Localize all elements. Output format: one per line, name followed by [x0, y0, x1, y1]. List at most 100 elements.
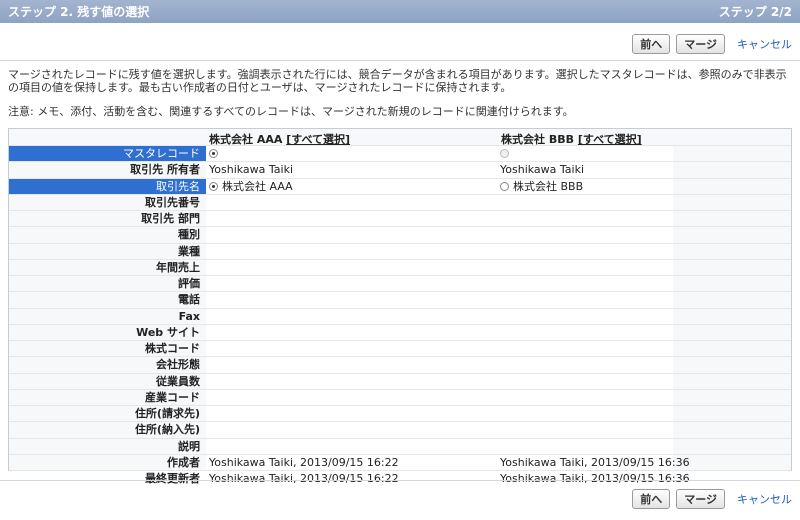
row-label: 業種: [178, 244, 200, 258]
table-header: 株式会社 AAA [すべて選択] 株式会社 BBB [すべて選択]: [9, 129, 791, 146]
value-cell: [206, 341, 497, 357]
value-cell: [497, 406, 673, 422]
value-cell[interactable]: 株式会社 AAA: [206, 178, 497, 194]
cell-text: 株式会社 BBB: [513, 179, 584, 193]
value-cell: [206, 227, 497, 243]
row-label: 取引先番号: [145, 195, 200, 209]
cell-text: 株式会社 AAA: [222, 179, 293, 193]
row-label: 株式コード: [145, 342, 200, 355]
radio-button[interactable]: [209, 181, 218, 191]
row-label: 住所(請求先): [134, 407, 200, 420]
table-row: 年間売上: [9, 258, 791, 275]
cell-text: Yoshikawa Taiki, 2013/09/15 16:22: [209, 455, 399, 469]
row-label: 電話: [178, 293, 200, 307]
value-cell: [497, 308, 673, 324]
value-cell: [497, 341, 673, 357]
table-row: 産業コード: [9, 388, 791, 405]
table-row: 業種: [9, 242, 791, 259]
row-label: 最終更新者: [145, 472, 200, 485]
value-cell: Yoshikawa Taiki, 2013/09/15 16:36: [497, 454, 690, 470]
divider: [0, 480, 800, 481]
value-cell: [206, 389, 497, 405]
table-row: 取引先名 株式会社 AAA 株式会社 BBB: [9, 177, 791, 194]
value-cell: [497, 373, 673, 389]
table-row: 評価: [9, 275, 791, 292]
value-cell: [206, 422, 497, 438]
merge-button[interactable]: マージ: [676, 34, 725, 54]
row-label: 取引先 所有者: [130, 163, 200, 177]
divider: [0, 60, 800, 61]
table-row: 取引先番号: [9, 193, 791, 210]
table-row: 住所(請求先): [9, 405, 791, 422]
radio-button[interactable]: [500, 149, 509, 159]
radio-button[interactable]: [209, 149, 218, 159]
value-cell[interactable]: [206, 146, 497, 162]
value-cell: [497, 438, 673, 454]
bottom-button-bar: 前へ マージ キャンセル: [632, 489, 792, 509]
row-label: 取引先名: [9, 178, 206, 194]
cell-text: Yoshikawa Taiki: [500, 163, 585, 177]
value-cell: [497, 422, 673, 438]
value-cell: [497, 194, 673, 210]
cancel-link[interactable]: キャンセル: [737, 491, 792, 507]
table-row: マスタレコード: [9, 145, 791, 162]
table-row: 説明: [9, 437, 791, 454]
row-label: 種別: [178, 228, 200, 242]
value-cell: [206, 292, 497, 308]
value-cell: Yoshikawa Taiki, 2013/09/15 16:36: [497, 471, 690, 487]
value-cell: [206, 308, 497, 324]
table-row: 最終更新者 Yoshikawa Taiki, 2013/09/15 16:22 Yo…: [9, 470, 791, 487]
value-cell: [497, 211, 673, 227]
value-cell: [497, 243, 673, 259]
value-cell: [206, 357, 497, 373]
step-indicator: ステップ 2/2: [718, 5, 792, 19]
table-row: 種別: [9, 226, 791, 243]
previous-button[interactable]: 前へ: [632, 34, 671, 54]
merge-table: 株式会社 AAA [すべて選択] 株式会社 BBB [すべて選択] マスタレコー…: [8, 128, 792, 487]
value-cell: [206, 373, 497, 389]
row-label: 住所(納入先): [134, 423, 200, 437]
table-row: 株式コード: [9, 340, 791, 357]
row-label: 説明: [178, 439, 200, 453]
table-row: Fax: [9, 307, 791, 324]
table-rows: マスタレコード 取引先 所有者 Yoshikawa Taiki Yoshikawa T…: [9, 145, 791, 487]
cell-text: Yoshikawa Taiki, 2013/09/15 16:36: [500, 455, 690, 469]
value-cell: [497, 276, 673, 292]
table-row: 取引先 部門: [9, 210, 791, 227]
value-cell: [206, 211, 497, 227]
value-cell: [206, 438, 497, 454]
step-header: ステップ 2. 残す値の選択 ステップ 2/2: [0, 0, 800, 23]
table-row: 住所(納入先): [9, 421, 791, 438]
row-label: Fax: [178, 309, 200, 323]
row-label: 会社形態: [156, 358, 200, 372]
value-cell: [497, 292, 673, 308]
row-label: 取引先 部門: [141, 212, 200, 225]
value-cell: [497, 227, 673, 243]
value-cell: [206, 276, 497, 292]
value-cell[interactable]: 株式会社 BBB: [497, 178, 673, 194]
table-row: 会社形態: [9, 356, 791, 373]
value-cell: Yoshikawa Taiki: [206, 162, 497, 178]
cancel-link[interactable]: キャンセル: [737, 36, 792, 52]
value-cell[interactable]: [497, 146, 673, 162]
value-cell: [206, 324, 497, 340]
cell-text: Yoshikawa Taiki, 2013/09/15 16:22: [209, 472, 399, 486]
previous-button[interactable]: 前へ: [632, 489, 671, 509]
table-row: 作成者 Yoshikawa Taiki, 2013/09/15 16:22 Yosh…: [9, 453, 791, 470]
merge-button[interactable]: マージ: [676, 489, 725, 509]
value-cell: [206, 243, 497, 259]
cell-text: Yoshikawa Taiki: [209, 163, 294, 177]
row-label: マスタレコード: [9, 146, 206, 162]
value-cell: [206, 406, 497, 422]
value-cell: [497, 389, 673, 405]
table-row: 取引先 所有者 Yoshikawa Taiki Yoshikawa Taiki: [9, 161, 791, 178]
row-label: 作成者: [167, 455, 200, 469]
row-label: 産業コード: [145, 390, 200, 404]
note-text: 注意: メモ、添付、活動を含む、関連するすべてのレコードは、マージされた新規のレ…: [8, 105, 574, 118]
value-cell: [497, 324, 673, 340]
row-label: 年間売上: [156, 260, 200, 274]
radio-button[interactable]: [500, 181, 509, 191]
top-button-bar: 前へ マージ キャンセル: [632, 34, 792, 54]
table-row: Web サイト: [9, 323, 791, 340]
step-title: ステップ 2. 残す値の選択: [8, 5, 150, 19]
